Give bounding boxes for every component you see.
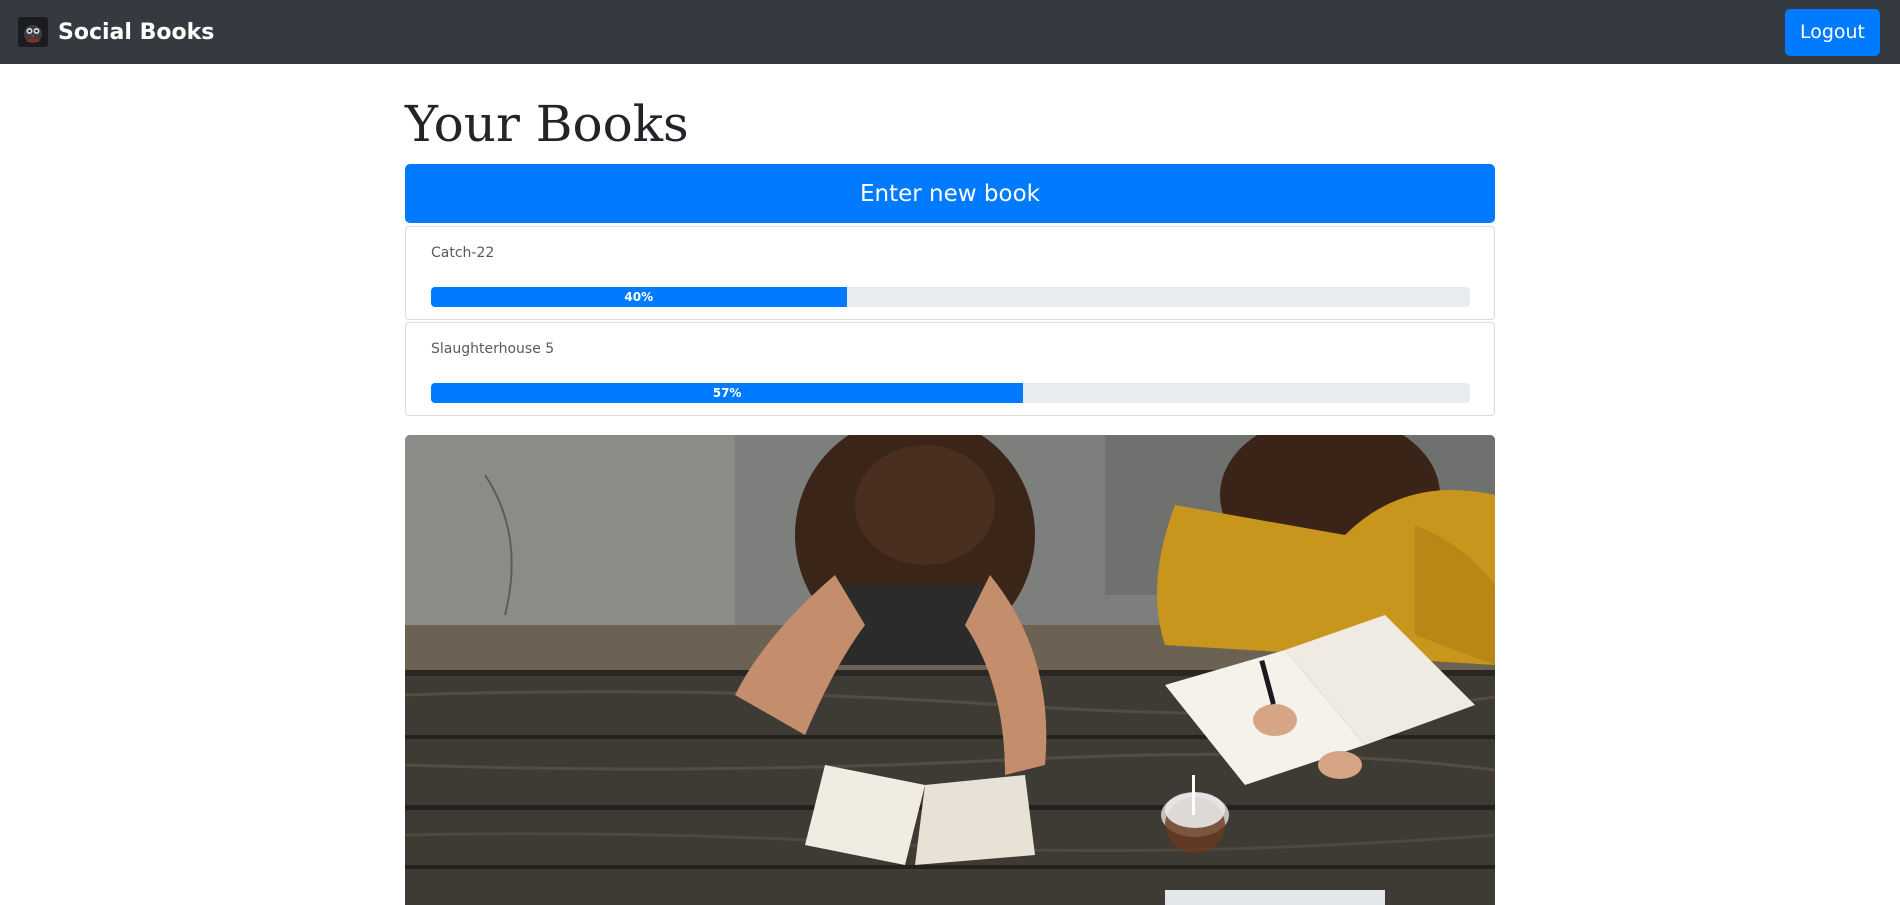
navbar: Social Books Logout bbox=[0, 0, 1900, 64]
book-title: Catch-22 bbox=[431, 245, 495, 261]
book-card[interactable]: Catch-22 40% bbox=[405, 226, 1495, 320]
page-title: Your Books bbox=[405, 95, 689, 153]
brand-name: Social Books bbox=[58, 19, 215, 45]
progress-track: 40% bbox=[431, 287, 1470, 307]
owl-logo-icon bbox=[18, 17, 48, 47]
book-card[interactable]: Slaughterhouse 5 57% bbox=[405, 322, 1495, 416]
progress-bar: 40% bbox=[431, 287, 847, 307]
main-content: Your Books Enter new book Catch-22 40% S… bbox=[405, 64, 1495, 905]
logout-button[interactable]: Logout bbox=[1784, 8, 1880, 56]
book-list: Catch-22 40% Slaughterhouse 5 57% bbox=[405, 226, 1495, 416]
book-title: Slaughterhouse 5 bbox=[431, 341, 555, 357]
hero-photo bbox=[405, 435, 1495, 905]
progress-track: 57% bbox=[431, 383, 1470, 403]
progress-bar: 57% bbox=[431, 383, 1024, 403]
brand-link[interactable]: Social Books bbox=[18, 17, 214, 47]
enter-new-book-button[interactable]: Enter new book bbox=[405, 164, 1495, 223]
